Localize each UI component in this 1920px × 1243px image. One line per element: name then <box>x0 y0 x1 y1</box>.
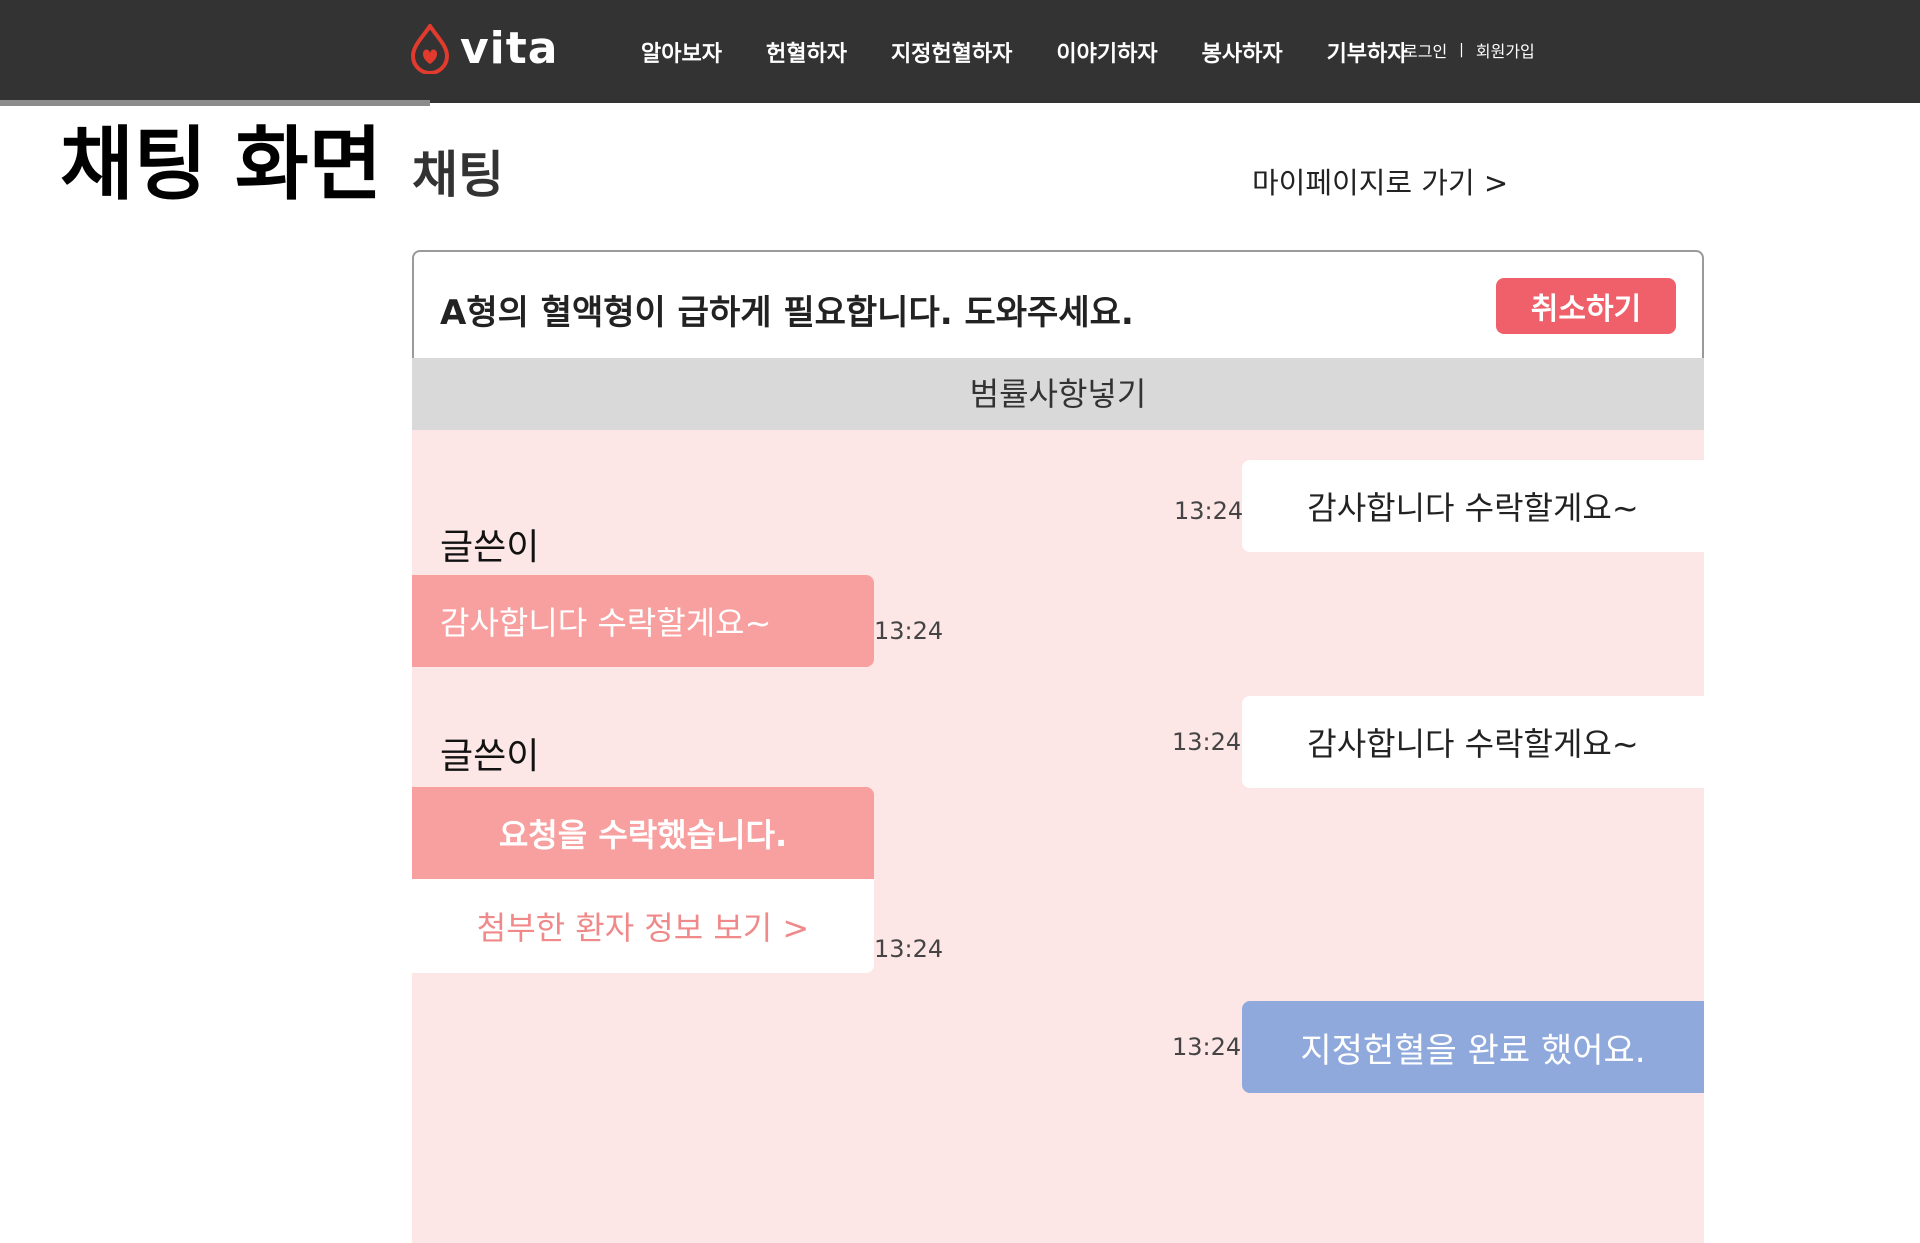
nav-item-designated-donation[interactable]: 지정헌혈하자 <box>891 36 1012 68</box>
message-bubble-received: 감사합니다 수락할게요~ <box>412 575 874 667</box>
nav-item-volunteer[interactable]: 봉사하자 <box>1202 36 1283 68</box>
message-time: 13:24 <box>1174 497 1244 525</box>
blood-drop-logo-icon <box>410 24 450 74</box>
message-bubble-sent: 감사합니다 수락할게요~ <box>1242 460 1704 552</box>
cancel-button[interactable]: 취소하기 <box>1496 278 1676 334</box>
auth-links: 로그인 | 회원가입 <box>1403 38 1535 62</box>
logo-text: vita <box>460 23 559 74</box>
mypage-link[interactable]: 마이페이지로 가기 > <box>1252 160 1508 202</box>
message-time: 13:24 <box>1172 728 1242 756</box>
message-time: 13:24 <box>1172 1033 1242 1061</box>
topbar-underline <box>0 100 430 106</box>
patient-info-link[interactable]: 첨부한 환자 정보 보기 > <box>412 879 874 973</box>
message-time: 13:24 <box>874 935 944 963</box>
top-nav-bar: vita 알아보자 헌혈하자 지정헌혈하자 이야기하자 봉사하자 기부하자 로그… <box>0 0 1920 106</box>
vita-logo[interactable]: vita <box>410 24 559 74</box>
login-link[interactable]: 로그인 <box>1403 38 1447 62</box>
page-label: 채팅 화면 <box>60 118 383 211</box>
auth-separator: | <box>1459 42 1464 58</box>
rules-bar: 범률사항넣기 <box>412 358 1704 430</box>
card-message-text: 요청을 수락했습니다. <box>412 787 874 879</box>
message-sender: 글쓴이 <box>440 527 540 568</box>
message-bubble-completed: 지정헌혈을 완료 했어요. <box>1242 1001 1704 1093</box>
signup-link[interactable]: 회원가입 <box>1476 38 1535 62</box>
nav-item-donate-blood[interactable]: 헌혈하자 <box>766 36 847 68</box>
message-card-received: 요청을 수락했습니다. 첨부한 환자 정보 보기 > <box>412 787 874 973</box>
message-time: 13:24 <box>874 617 944 645</box>
page-title: 채팅 <box>412 146 504 204</box>
nav-item-donate[interactable]: 기부하자 <box>1327 36 1408 68</box>
chat-header: A형의 혈액형이 급하게 필요합니다. 도와주세요. 취소하기 <box>412 250 1704 358</box>
main-nav: 알아보자 헌혈하자 지정헌혈하자 이야기하자 봉사하자 기부하자 <box>641 0 1408 103</box>
message-bubble-sent: 감사합니다 수락할게요~ <box>1242 696 1704 788</box>
request-title: A형의 혈액형이 급하게 필요합니다. 도와주세요. <box>440 293 1134 333</box>
nav-item-talk[interactable]: 이야기하자 <box>1056 36 1157 68</box>
chat-messages[interactable]: 13:24 감사합니다 수락할게요~ 글쓴이 감사합니다 수락할게요~ 13:2… <box>412 430 1704 1243</box>
nav-item-learn[interactable]: 알아보자 <box>641 36 722 68</box>
chat-panel: A형의 혈액형이 급하게 필요합니다. 도와주세요. 취소하기 범률사항넣기 1… <box>412 250 1704 1243</box>
message-sender: 글쓴이 <box>440 736 540 777</box>
